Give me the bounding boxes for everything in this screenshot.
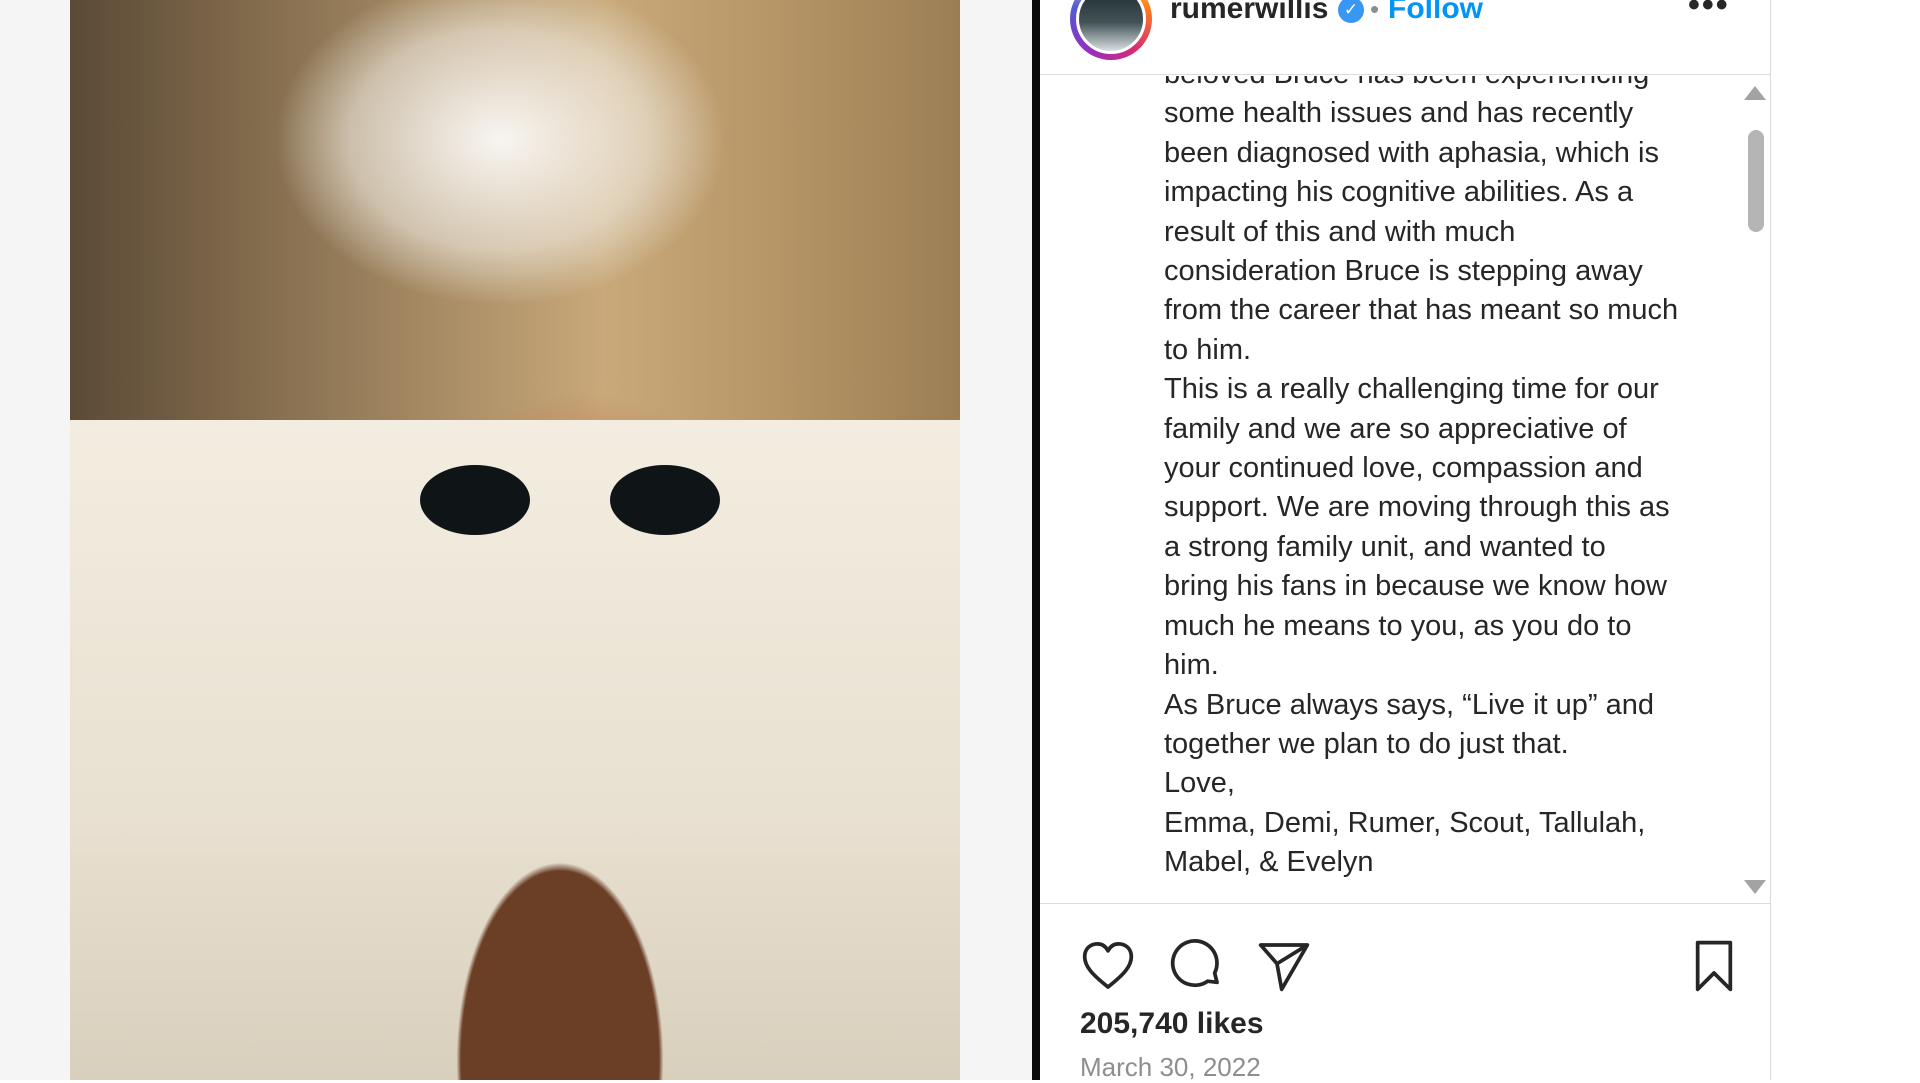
caption-line: to him. [1164,333,1252,366]
heart-icon[interactable] [1080,938,1136,994]
caption-line: from the career that has meant so much [1164,294,1679,327]
caption-line: Emma, Demi, Rumer, Scout, Tallulah, [1164,806,1646,839]
caption-line: support. We are moving through this as [1164,491,1670,524]
caption-line: Mabel, & Evelyn [1164,846,1374,879]
profile-avatar[interactable] [1070,0,1152,60]
avatar-image [1076,0,1146,54]
scroll-down-arrow[interactable] [1744,880,1766,894]
photo-sunglasses-right [610,465,720,535]
caption-scrollbar-thumb[interactable] [1748,130,1764,232]
caption-line: bring his fans in because we know how [1164,570,1667,603]
username-link[interactable]: rumerwillis [1170,0,1328,26]
panel-divider [1032,0,1040,1080]
caption-line: some health issues and has recently [1164,97,1634,130]
verified-badge-icon: ✓ [1338,0,1364,23]
caption-line: your continued love, compassion and [1164,452,1643,485]
caption-line: beloved Bruce has been experiencing [1164,76,1724,94]
caption-line: much he means to you, as you do to [1164,609,1632,642]
caption-line: impacting his cognitive abilities. As a [1164,176,1634,209]
caption-line: Love, [1164,767,1235,800]
caption-line: result of this and with much [1164,215,1516,248]
caption-line: been diagnosed with aphasia, which is [1164,136,1659,169]
caption-line: a strong family unit, and wanted to [1164,530,1606,563]
comment-icon[interactable] [1168,938,1224,994]
post-side-panel: rumerwillis ✓ • Follow ••• beloved Bruce… [1040,0,1771,1082]
more-options-icon[interactable]: ••• [1688,0,1730,25]
caption-line: him. [1164,649,1219,682]
caption-line: together we plan to do just that. [1164,727,1569,760]
caption-line: consideration Bruce is stepping away [1164,255,1643,288]
scroll-up-arrow[interactable] [1744,86,1766,100]
send-icon[interactable] [1256,938,1312,994]
caption-text: beloved Bruce has been experiencing some… [1164,76,1724,883]
post-header: rumerwillis ✓ • Follow ••• [1040,0,1770,75]
caption-line: This is a really challenging time for ou… [1164,373,1659,406]
post-actions: 205,740 likes March 30, 2022 [1040,903,1770,1082]
caption-line: family and we are so appreciative of [1164,412,1627,445]
bookmark-icon[interactable] [1686,938,1742,994]
header-separator: • [1370,0,1380,24]
caption-line: As Bruce always says, “Live it up” and [1164,688,1654,721]
post-photo[interactable] [70,0,960,1080]
photo-sunglasses-left [420,465,530,535]
likes-count[interactable]: 205,740 likes [1080,1007,1264,1041]
follow-button[interactable]: Follow [1388,0,1483,26]
post-date: March 30, 2022 [1080,1052,1261,1082]
caption-scroll-area[interactable]: beloved Bruce has been experiencing some… [1040,76,1770,902]
